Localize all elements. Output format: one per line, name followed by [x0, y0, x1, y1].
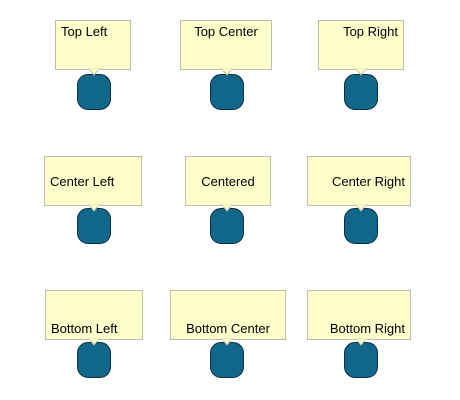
tooltip-pointer-icon	[354, 338, 368, 346]
tooltip-pointer-icon	[354, 68, 368, 76]
tooltip-center-right: Center Right	[307, 156, 411, 206]
tooltip-top-center: Top Center	[180, 20, 272, 70]
tooltip-label: Centered	[201, 173, 255, 189]
tooltip-center-left: Center Left	[44, 156, 142, 206]
node-top-center[interactable]	[210, 74, 244, 110]
tooltip-label: Top Left	[61, 24, 108, 39]
tooltip-top-left: Top Left	[55, 20, 131, 70]
tooltip-label: Top Right	[343, 24, 398, 39]
tooltip-pointer-icon	[87, 68, 101, 76]
tooltip-label: Top Center	[194, 24, 258, 39]
tooltip-pointer-icon	[220, 204, 234, 212]
node-top-right[interactable]	[344, 74, 378, 110]
node-center-right[interactable]	[344, 208, 378, 244]
tooltip-pointer-icon	[354, 204, 368, 212]
tooltip-pointer-icon	[220, 338, 234, 346]
tooltip-label: Center Right	[332, 173, 405, 189]
tooltip-pointer-icon	[87, 204, 101, 212]
tooltip-label: Center Left	[50, 173, 115, 189]
tooltip-bottom-left: Bottom Left	[45, 290, 143, 340]
node-center-left[interactable]	[77, 208, 111, 244]
tooltip-top-right: Top Right	[318, 20, 404, 70]
node-bottom-right[interactable]	[344, 342, 378, 378]
tooltip-label: Bottom Right	[329, 321, 405, 336]
node-center-center[interactable]	[210, 208, 244, 244]
node-top-left[interactable]	[77, 74, 111, 110]
tooltip-bottom-center: Bottom Center	[170, 290, 286, 340]
node-bottom-center[interactable]	[210, 342, 244, 378]
tooltip-pointer-icon	[87, 338, 101, 346]
tooltip-alignment-demo: Top Left Top Center Top Right Center Left Ce…	[0, 0, 460, 400]
tooltip-bottom-right: Bottom Right	[307, 290, 411, 340]
tooltip-label: Bottom Left	[51, 321, 118, 336]
tooltip-center-center: Centered	[185, 156, 271, 206]
tooltip-pointer-icon	[220, 68, 234, 76]
tooltip-label: Bottom Center	[186, 321, 270, 336]
node-bottom-left[interactable]	[77, 342, 111, 378]
